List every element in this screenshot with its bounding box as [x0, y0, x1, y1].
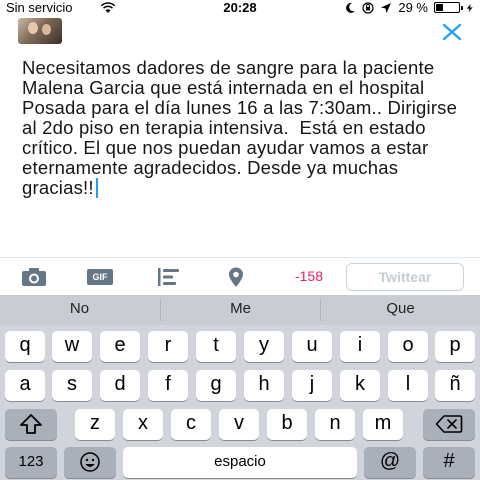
- key-m[interactable]: m: [363, 409, 403, 440]
- key-a[interactable]: a: [5, 370, 45, 401]
- camera-icon[interactable]: [20, 266, 48, 288]
- key-r[interactable]: r: [148, 331, 188, 362]
- predictive-bar: No Me Que: [0, 295, 480, 325]
- key-u[interactable]: u: [292, 331, 332, 362]
- moon-icon: [346, 2, 356, 13]
- key-i[interactable]: i: [340, 331, 380, 362]
- prediction-3[interactable]: Que: [321, 295, 480, 325]
- key-w[interactable]: w: [52, 331, 92, 362]
- text-cursor: [95, 178, 98, 198]
- key-b[interactable]: b: [267, 409, 307, 440]
- emoji-icon: [80, 452, 100, 472]
- key-o[interactable]: o: [388, 331, 428, 362]
- charging-bolt-icon: [466, 3, 473, 12]
- hash-key[interactable]: #: [423, 447, 475, 478]
- battery-percent: 29 %: [398, 0, 428, 15]
- orientation-lock-icon: [362, 1, 374, 14]
- key-e[interactable]: e: [100, 331, 140, 362]
- key-n[interactable]: n: [315, 409, 355, 440]
- key-g[interactable]: g: [196, 370, 236, 401]
- prediction-1[interactable]: No: [0, 295, 159, 325]
- key-c[interactable]: c: [171, 409, 211, 440]
- key-y[interactable]: y: [244, 331, 284, 362]
- key-j[interactable]: j: [292, 370, 332, 401]
- key-z[interactable]: z: [75, 409, 115, 440]
- compose-toolbar: GIF -158 Twittear: [0, 257, 480, 295]
- tweet-text: Necesitamos dadores de sangre para la pa…: [22, 57, 463, 198]
- emoji-key[interactable]: [64, 447, 116, 478]
- backspace-icon: [435, 415, 463, 433]
- key-v[interactable]: v: [219, 409, 259, 440]
- character-counter: -158: [294, 268, 324, 284]
- key-k[interactable]: k: [340, 370, 380, 401]
- keyboard: No Me Que q w e r t y u i o p a s d f g …: [0, 295, 480, 480]
- space-key[interactable]: espacio: [123, 447, 357, 478]
- user-avatar[interactable]: [18, 18, 62, 44]
- battery-fill: [436, 4, 443, 11]
- key-s[interactable]: s: [52, 370, 92, 401]
- numbers-key[interactable]: 123: [5, 447, 57, 478]
- key-q[interactable]: q: [5, 331, 45, 362]
- key-x[interactable]: x: [123, 409, 163, 440]
- close-icon[interactable]: [438, 18, 466, 46]
- tweet-button[interactable]: Twittear: [346, 263, 464, 291]
- key-f[interactable]: f: [148, 370, 188, 401]
- status-bar: Sin servicio 20:28 29 %: [0, 0, 480, 16]
- tweet-text-area[interactable]: Necesitamos dadores de sangre para la pa…: [22, 58, 462, 198]
- key-h[interactable]: h: [244, 370, 284, 401]
- gif-button[interactable]: GIF: [87, 269, 113, 285]
- key-d[interactable]: d: [100, 370, 140, 401]
- shift-arrow-icon: [20, 414, 42, 434]
- key-n-tilde[interactable]: ñ: [435, 370, 475, 401]
- backspace-key[interactable]: [423, 409, 475, 440]
- location-pin-icon[interactable]: [222, 266, 250, 288]
- at-key[interactable]: @: [364, 447, 416, 478]
- key-l[interactable]: l: [388, 370, 428, 401]
- battery-icon: [434, 2, 463, 13]
- location-arrow-icon: [381, 2, 392, 13]
- key-t[interactable]: t: [196, 331, 236, 362]
- key-p[interactable]: p: [435, 331, 475, 362]
- shift-key[interactable]: [5, 409, 57, 440]
- prediction-2[interactable]: Me: [161, 295, 320, 325]
- avatar-face: [42, 24, 51, 35]
- avatar-face: [28, 22, 38, 34]
- poll-icon[interactable]: [156, 266, 184, 288]
